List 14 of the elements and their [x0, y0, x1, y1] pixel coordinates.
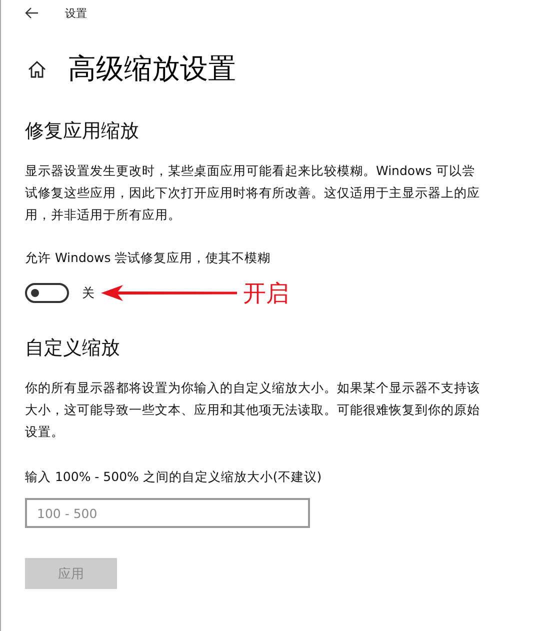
section-heading: 修复应用缩放: [25, 119, 140, 144]
page-title: 高级缩放设置: [68, 51, 236, 87]
annotation-text: 开启: [243, 280, 289, 308]
toggle-state: 关: [82, 284, 95, 302]
back-icon[interactable]: [25, 7, 39, 19]
section-heading: 自定义缩放: [25, 336, 121, 361]
field-label: 输入 100% - 500% 之间的自定义缩放大小(不建议): [25, 469, 323, 486]
toggle-label: 允许 Windows 尝试修复应用，使其不模糊: [25, 250, 272, 267]
description: 显示器设置发生更改时，某些桌面应用可能看起来比较模糊。Windows 可以尝试修复这些应用，因此下次打开应用时将有所改善。这仅适用于主显示器上的应用，并非适用于所有应用。: [25, 162, 481, 224]
app-title: 设置: [65, 6, 87, 20]
home-icon[interactable]: [28, 60, 46, 78]
description: 你的所有显示器都将设置为你输入的自定义缩放大小。如果某个显示器不支持该大小，这可能导致一些文本、应用和其他项无法读取。可能很难恢复到你的原始设置。: [25, 379, 481, 441]
scale-input-field[interactable]: 100 - 500: [25, 498, 310, 528]
toggle-switch[interactable]: [25, 283, 69, 303]
